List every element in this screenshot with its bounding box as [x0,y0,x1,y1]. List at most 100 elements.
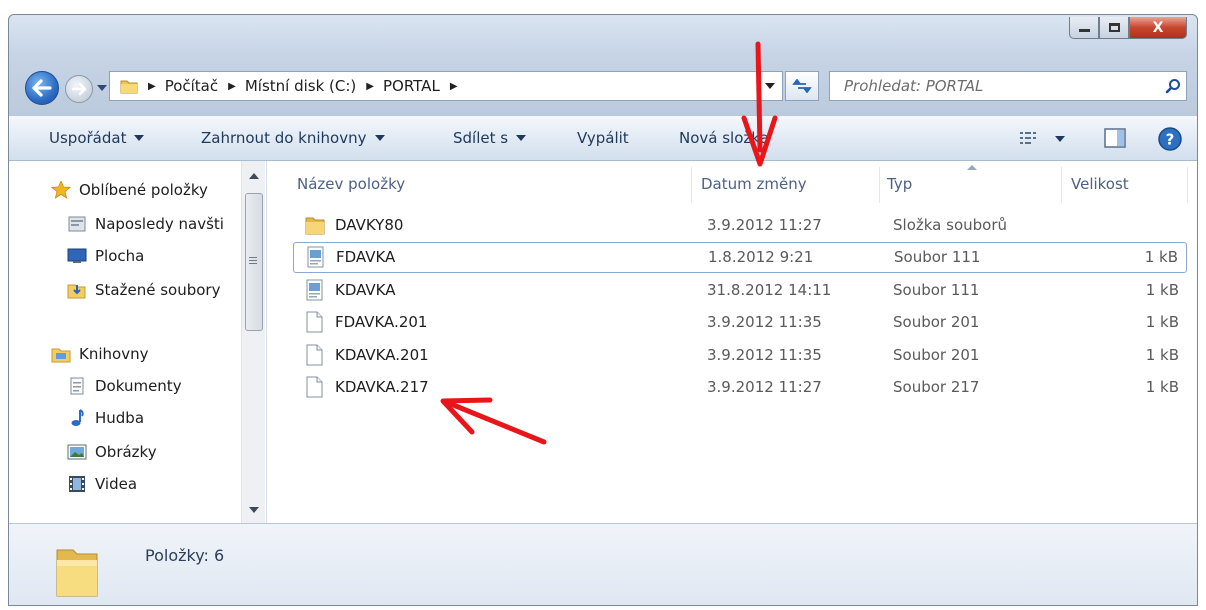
burn-label: Vypálit [577,129,629,147]
blank-file-icon [305,311,325,333]
column-header-type[interactable]: Typ [887,167,1057,201]
file-name: DAVKY80 [335,215,404,234]
document-icon [306,246,326,268]
column-name-label: Název položky [297,175,406,193]
file-row[interactable]: FDAVKA.201 3.9.2012 11:35 Soubor 201 1 kB [293,307,1187,338]
view-list-icon [1020,132,1036,144]
column-divider[interactable] [879,167,880,203]
include-in-library-label: Zahrnout do knihovny [201,129,367,147]
file-type: Soubor 201 [893,345,980,364]
file-type: Složka souborů [893,215,1007,234]
search-icon[interactable] [1160,78,1186,94]
details-pane: Položky: 6 [9,523,1197,605]
folder-icon [305,214,325,236]
organize-menu-button[interactable]: Uspořádat [49,129,145,147]
sort-ascending-icon [967,165,977,170]
sidebar-item-pictures[interactable]: Obrázky [67,443,157,461]
new-folder-button[interactable]: Nová složka [679,129,769,147]
new-folder-label: Nová složka [679,129,769,147]
breadcrumb-arrow-icon[interactable]: ▶ [366,81,374,92]
close-icon: X [1152,19,1164,36]
burn-button[interactable]: Vypálit [577,129,629,147]
file-type: Soubor 217 [893,378,980,396]
refresh-button[interactable] [785,71,819,101]
file-date: 3.9.2012 11:27 [707,215,822,234]
back-button[interactable] [25,71,59,105]
sidebar-label-pictures: Obrázky [95,443,157,461]
sidebar-item-documents[interactable]: Dokumenty [67,377,182,395]
libraries-icon [51,345,71,363]
arrow-left-icon [32,79,52,97]
maximize-button[interactable] [1099,17,1129,39]
sidebar-item-videos[interactable]: Videa [67,475,137,493]
column-header-name[interactable]: Název položky [297,167,687,201]
column-divider[interactable] [1187,167,1188,203]
file-type: Soubor 111 [893,280,980,299]
address-history-dropdown[interactable] [757,71,783,101]
sidebar-item-downloads[interactable]: Stažené soubory [67,281,220,299]
column-header-date[interactable]: Datum změny [701,167,881,201]
file-size: 1 kB [1145,378,1179,396]
file-row[interactable]: KDAVKA 31.8.2012 14:11 Soubor 111 1 kB [293,274,1187,305]
blank-file-icon [305,376,325,398]
recent-pages-dropdown[interactable] [97,85,107,91]
file-date: 1.8.2012 9:21 [708,248,814,266]
organize-label: Uspořádat [49,129,127,147]
breadcrumb-arrow-icon[interactable]: ▶ [148,81,156,92]
explorer-window: X ▶ Počítač ▶ Místní disk (C:) ▶ PORTAL … [8,14,1198,606]
chevron-down-icon [764,83,775,89]
forward-button[interactable] [65,75,93,103]
video-film-icon [67,475,87,493]
music-note-icon [67,409,87,427]
column-date-label: Datum změny [701,175,807,193]
file-name: KDAVKA.201 [335,345,429,364]
help-button[interactable]: ? [1157,126,1183,152]
preview-pane-button[interactable] [1103,127,1127,149]
sidebar-label-documents: Dokumenty [95,377,182,395]
sidebar-label-music: Hudba [95,409,145,427]
caption-buttons: X [1069,17,1187,39]
sidebar-item-recent[interactable]: Naposledy navšti [67,215,224,233]
sidebar-label-libraries: Knihovny [79,345,149,363]
search-box[interactable] [829,71,1187,101]
column-header-size[interactable]: Velikost [1071,167,1191,201]
breadcrumb-computer[interactable]: Počítač [165,77,218,95]
sidebar-item-desktop[interactable]: Plocha [67,247,144,265]
sidebar-label-favorites: Oblíbené položky [79,181,208,199]
column-divider[interactable] [1061,167,1062,203]
documents-icon [67,377,87,395]
file-row[interactable]: KDAVKA.201 3.9.2012 11:35 Soubor 201 1 kB [293,339,1187,370]
sidebar-label-desktop: Plocha [95,247,145,265]
breadcrumb-local-disk[interactable]: Místní disk (C:) [245,77,356,95]
file-row[interactable]: DAVKY80 3.9.2012 11:27 Složka souborů [293,209,1187,240]
address-bar[interactable]: ▶ Počítač ▶ Místní disk (C:) ▶ PORTAL ▶ [109,71,767,101]
sidebar-item-music[interactable]: Hudba [67,409,144,427]
scroll-grip-icon [249,257,257,266]
column-divider[interactable] [691,167,692,203]
include-in-library-button[interactable]: Zahrnout do knihovny [201,129,385,147]
change-view-button[interactable] [1019,130,1041,146]
navigation-scrollbar[interactable] [241,161,265,523]
preview-pane-icon [1104,128,1126,148]
close-button[interactable]: X [1129,17,1187,39]
breadcrumb-portal[interactable]: PORTAL [383,77,440,95]
minimize-button[interactable] [1069,17,1099,39]
share-with-label: Sdílet s [453,129,509,147]
sidebar-label-downloads: Stažené soubory [95,281,221,299]
scroll-up-icon[interactable] [249,173,259,179]
sidebar-item-libraries[interactable]: Knihovny [51,345,148,363]
file-row[interactable]: FDAVKA 1.8.2012 9:21 Soubor 111 1 kB [293,241,1187,273]
share-with-button[interactable]: Sdílet s [453,129,527,147]
search-input[interactable] [830,77,1160,95]
file-row[interactable]: KDAVKA.217 3.9.2012 11:27 Soubor 217 1 kB [293,372,1187,403]
sidebar-item-favorites[interactable]: Oblíbené položky [51,181,208,199]
folder-icon [56,549,98,597]
star-icon [51,181,71,199]
file-type: Soubor 201 [893,313,980,331]
scroll-down-icon[interactable] [249,507,259,513]
view-options-dropdown[interactable] [1055,136,1065,142]
breadcrumb-arrow-icon[interactable]: ▶ [228,81,236,92]
file-name: KDAVKA.217 [335,378,429,396]
svg-text:?: ? [1166,131,1175,149]
breadcrumb-arrow-icon[interactable]: ▶ [450,81,458,92]
